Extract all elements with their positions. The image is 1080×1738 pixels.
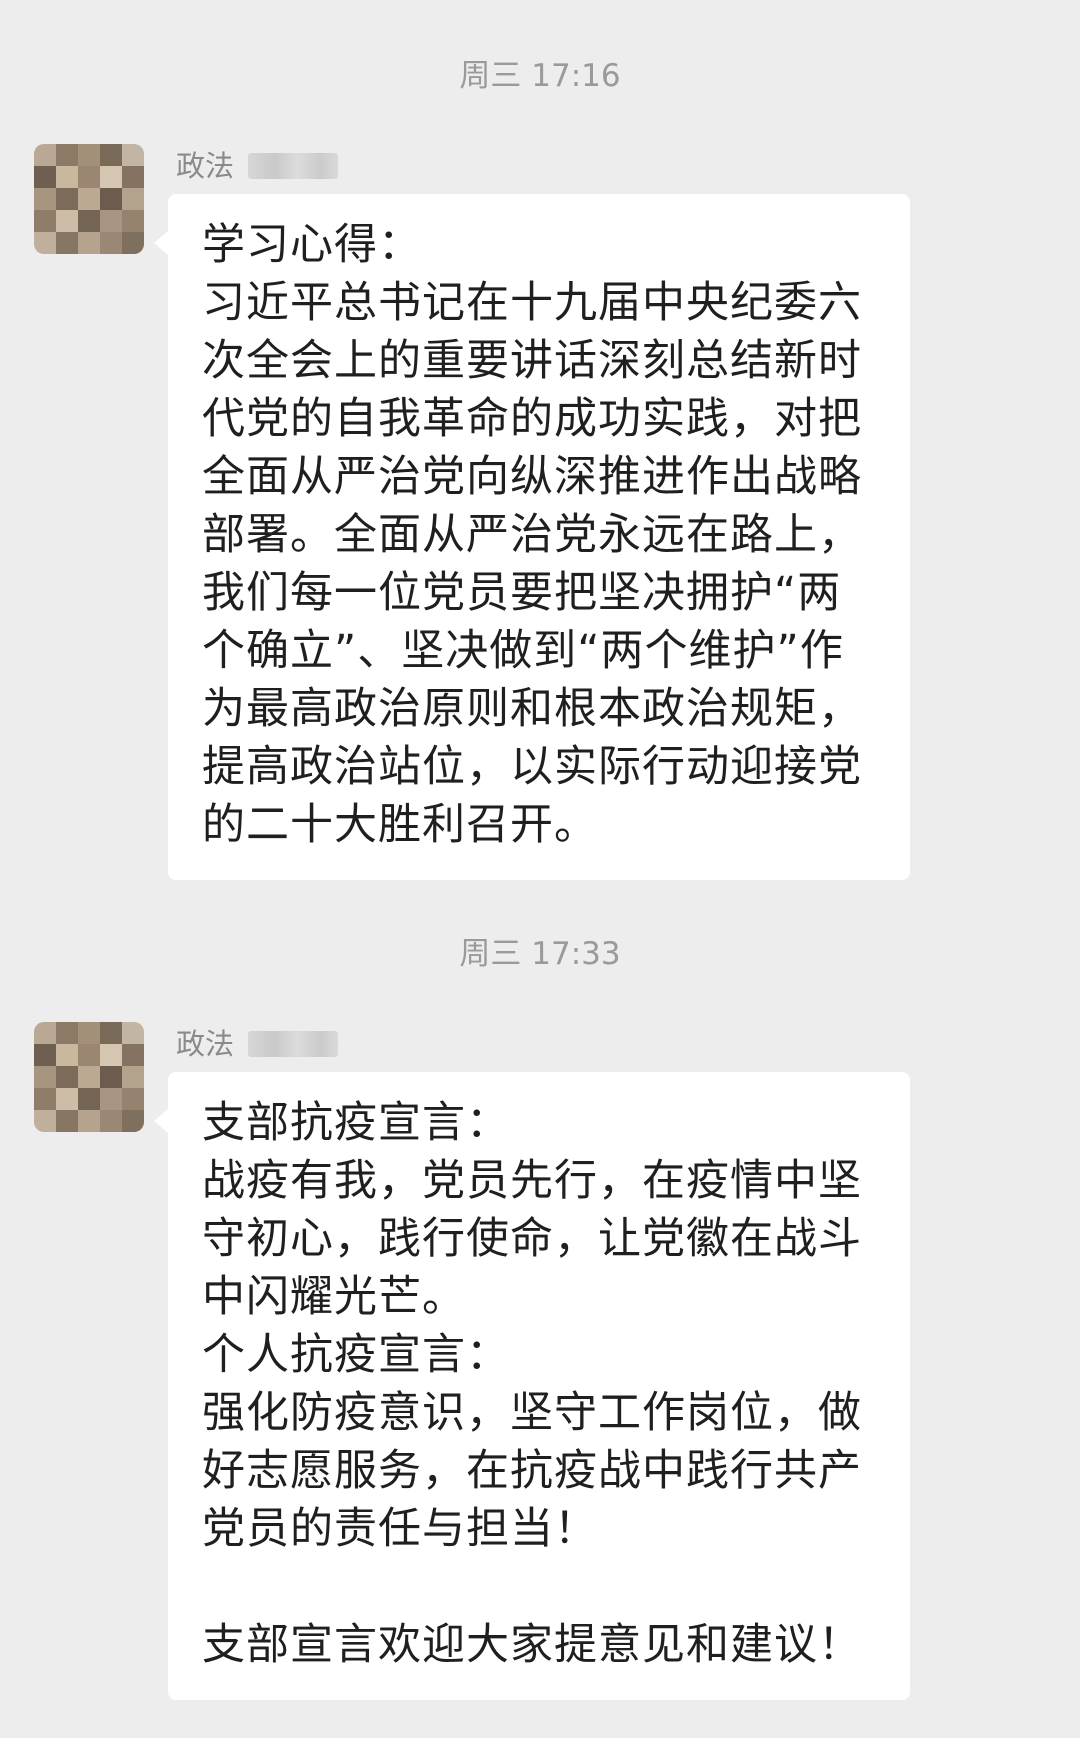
message-bubble[interactable]: 支部抗疫宣言： 战疫有我，党员先行，在疫情中坚 守初心，践行使命，让党徽在战斗 … [154,1072,910,1700]
message-line: 好志愿服务，在抗疫战中践行共产 [202,1446,862,1496]
message-line: 守初心，践行使命，让党徽在战斗 [202,1214,862,1264]
avatar[interactable] [34,144,144,254]
message-line: 全面从严治党向纵深推进作出战略 [202,452,862,502]
message-line: 的二十大胜利召开。 [202,800,598,850]
sender-row: 政法 [176,146,339,186]
sender-row: 政法 [176,1024,339,1064]
message-line: 支部抗疫宣言： [202,1098,510,1148]
message-line: 支部宣言欢迎大家提意见和建议！ [202,1620,862,1670]
message-line: 代党的自我革命的成功实践，对把 [202,394,862,444]
sender-name: 政法 [176,1027,235,1061]
sender-name: 政法 [176,149,235,183]
message-line: 部署。全面从严治党永远在路上， [202,510,862,560]
message-line: 个确立”、坚决做到“两个维护”作 [202,626,844,676]
message-line: 习近平总书记在十九届中央纪委六 [202,278,862,328]
message-line: 战疫有我，党员先行，在疫情中坚 [202,1156,862,1206]
message-line: 个人抗疫宣言： [202,1330,510,1380]
sender-name-redacted [248,153,339,179]
message-line: 我们每一位党员要把坚决拥护“两 [202,568,842,618]
message-line: 提高政治站位，以实际行动迎接党 [202,742,862,792]
message-line: 次全会上的重要讲话深刻总结新时 [202,336,862,386]
message-line: 为最高政治原则和根本政治规矩， [202,684,862,734]
message-line: 中闪耀光芒。 [202,1272,466,1322]
avatar[interactable] [34,1022,144,1132]
message-line: 学习心得： [202,220,422,270]
message-line: 强化防疫意识，坚守工作岗位，做 [202,1388,862,1438]
timestamp-2: 周三 17:33 [459,936,621,972]
sender-name-redacted [248,1031,339,1057]
message-bubble[interactable]: 学习心得： 习近平总书记在十九届中央纪委六 次全会上的重要讲话深刻总结新时 代党… [154,194,910,880]
timestamp-1: 周三 17:16 [459,58,621,94]
message-line: 党员的责任与担当！ [202,1504,598,1554]
